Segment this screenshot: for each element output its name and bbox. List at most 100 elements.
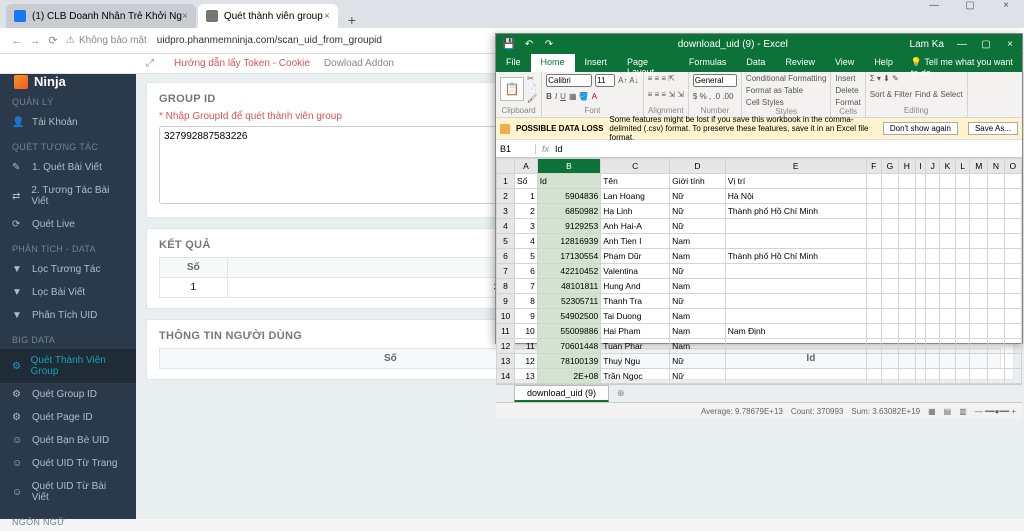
cell[interactable]: Nam bbox=[670, 279, 726, 294]
cell[interactable]: Tai Duong bbox=[601, 309, 670, 324]
ribbon-tab[interactable]: Home bbox=[531, 54, 575, 72]
cell[interactable]: Tuan Phar bbox=[601, 339, 670, 354]
browser-tab-1[interactable]: Quét thành viên group× bbox=[198, 4, 338, 28]
download-addon-link[interactable]: Dowload Addon bbox=[324, 58, 394, 69]
cell[interactable]: 42210452 bbox=[537, 264, 600, 279]
view-layout-icon[interactable]: ▤ bbox=[944, 407, 952, 416]
cell[interactable]: Anh Hai-A bbox=[601, 219, 670, 234]
minimize-button[interactable]: — bbox=[950, 39, 974, 50]
cell[interactable] bbox=[725, 294, 866, 309]
font-select[interactable] bbox=[546, 74, 592, 87]
cell[interactable]: Anh Tien I bbox=[601, 234, 670, 249]
expand-icon[interactable]: ⤢ bbox=[146, 58, 160, 69]
sidebar-item[interactable]: 👤Tài Khoản bbox=[0, 111, 136, 134]
cell[interactable]: 5 bbox=[515, 249, 538, 264]
format-cells[interactable]: Format bbox=[835, 98, 860, 107]
cell[interactable]: Nữ bbox=[670, 189, 726, 204]
cell[interactable]: 55009886 bbox=[537, 324, 600, 339]
close-button[interactable]: × bbox=[988, 0, 1024, 20]
excel-grid[interactable]: ABCDEFGHIJKLMNO1SốIdTênGiới tínhVị trí21… bbox=[496, 158, 1022, 384]
cell[interactable] bbox=[725, 264, 866, 279]
insert-cells[interactable]: Insert bbox=[835, 74, 855, 83]
cell[interactable] bbox=[725, 354, 866, 369]
cell[interactable]: Phạm Dũr bbox=[601, 249, 670, 264]
cell[interactable]: Số bbox=[515, 174, 538, 189]
ribbon-tab[interactable]: Page Layout bbox=[617, 54, 679, 72]
add-sheet-icon[interactable]: ⊕ bbox=[609, 388, 633, 399]
reload-icon[interactable]: ⟳ bbox=[44, 34, 62, 47]
sidebar-item[interactable]: ▼Phân Tích UID bbox=[0, 304, 136, 327]
cell[interactable] bbox=[725, 369, 866, 384]
cell[interactable]: 2E+08 bbox=[537, 369, 600, 384]
sheet-tab[interactable]: download_uid (9) bbox=[514, 385, 609, 402]
cell[interactable]: Trần Ngọc bbox=[601, 369, 670, 384]
col-header[interactable]: G bbox=[881, 159, 898, 174]
cell[interactable] bbox=[725, 339, 866, 354]
sidebar-item[interactable]: ☺Quét UID Từ Bài Viết bbox=[0, 475, 136, 509]
sidebar-item[interactable]: ✎1. Quét Bài Viết bbox=[0, 156, 136, 179]
ribbon-tab[interactable]: Formulas bbox=[679, 54, 737, 72]
col-header[interactable]: D bbox=[670, 159, 726, 174]
underline-button[interactable]: U bbox=[560, 92, 566, 101]
cell[interactable]: 17130554 bbox=[537, 249, 600, 264]
cell[interactable]: Thuy Ngu bbox=[601, 354, 670, 369]
sidebar-item[interactable]: ▼Lọc Bài Viết bbox=[0, 281, 136, 304]
cell[interactable]: Thành phố Hồ Chí Minh bbox=[725, 204, 866, 219]
ribbon-tab[interactable]: Insert bbox=[575, 54, 618, 72]
cell[interactable]: Lan Hoang bbox=[601, 189, 670, 204]
forward-icon[interactable]: → bbox=[26, 35, 44, 47]
fx-icon[interactable]: fx bbox=[536, 144, 555, 154]
sidebar-item[interactable]: ☺Quét UID Từ Trang bbox=[0, 452, 136, 475]
col-header[interactable]: O bbox=[1004, 159, 1021, 174]
cell[interactable]: Giới tính bbox=[670, 174, 726, 189]
cell[interactable] bbox=[725, 309, 866, 324]
col-header[interactable]: K bbox=[940, 159, 956, 174]
cell[interactable]: Hai Pham bbox=[601, 324, 670, 339]
cell[interactable]: 11 bbox=[515, 339, 538, 354]
sidebar-item[interactable]: ☺Quét Bạn Bè UID bbox=[0, 429, 136, 452]
cell[interactable]: 78100139 bbox=[537, 354, 600, 369]
back-icon[interactable]: ← bbox=[8, 35, 26, 47]
cell[interactable]: Nam bbox=[670, 324, 726, 339]
cell[interactable]: Nữ bbox=[670, 354, 726, 369]
cell[interactable]: Hung And bbox=[601, 279, 670, 294]
col-header[interactable]: L bbox=[955, 159, 969, 174]
brush-icon[interactable]: 🖌 bbox=[527, 94, 537, 103]
sidebar-item[interactable]: ⚙Quét Page ID bbox=[0, 406, 136, 429]
cell[interactable]: 13 bbox=[515, 369, 538, 384]
save-icon[interactable]: 💾 bbox=[502, 39, 516, 50]
new-tab-button[interactable]: + bbox=[340, 12, 364, 28]
cell[interactable]: Nam bbox=[670, 234, 726, 249]
zoom-slider[interactable]: — ━━●━━ + bbox=[975, 407, 1016, 416]
tell-me[interactable]: 💡 Tell me what you want to do bbox=[903, 54, 1022, 72]
bold-button[interactable]: B bbox=[546, 92, 552, 101]
cell[interactable] bbox=[725, 279, 866, 294]
cell[interactable]: Thành phố Hồ Chí Minh bbox=[725, 249, 866, 264]
col-header[interactable]: C bbox=[601, 159, 670, 174]
close-button[interactable]: × bbox=[998, 39, 1022, 50]
cell[interactable]: 7 bbox=[515, 279, 538, 294]
logo[interactable]: Ninja bbox=[0, 74, 136, 89]
maximize-button[interactable]: ▢ bbox=[952, 0, 988, 20]
cell[interactable]: Nam Định bbox=[725, 324, 866, 339]
cell[interactable]: Hà Nội bbox=[725, 189, 866, 204]
close-icon[interactable]: × bbox=[324, 11, 330, 22]
save-as-button[interactable]: Save As... bbox=[968, 122, 1018, 135]
cell[interactable]: Nam bbox=[670, 339, 726, 354]
cell[interactable]: Thanh Tra bbox=[601, 294, 670, 309]
browser-tab-0[interactable]: (1) CLB Doanh Nhân Trẻ Khởi Ng× bbox=[6, 4, 196, 28]
name-box[interactable]: B1 bbox=[496, 144, 536, 154]
cell[interactable]: 12 bbox=[515, 354, 538, 369]
cell[interactable]: Id bbox=[537, 174, 600, 189]
cell[interactable]: 54902500 bbox=[537, 309, 600, 324]
excel-user[interactable]: Lam Ka bbox=[904, 39, 950, 50]
cell[interactable]: Nữ bbox=[670, 204, 726, 219]
italic-button[interactable]: I bbox=[555, 92, 557, 101]
view-break-icon[interactable]: ▥ bbox=[959, 407, 967, 416]
cell[interactable]: 6850982 bbox=[537, 204, 600, 219]
col-header[interactable]: A bbox=[515, 159, 538, 174]
format-table[interactable]: Format as Table bbox=[746, 86, 803, 95]
cell[interactable] bbox=[725, 234, 866, 249]
col-header[interactable]: N bbox=[988, 159, 1004, 174]
sidebar-item[interactable]: ▼Lọc Tương Tác bbox=[0, 258, 136, 281]
